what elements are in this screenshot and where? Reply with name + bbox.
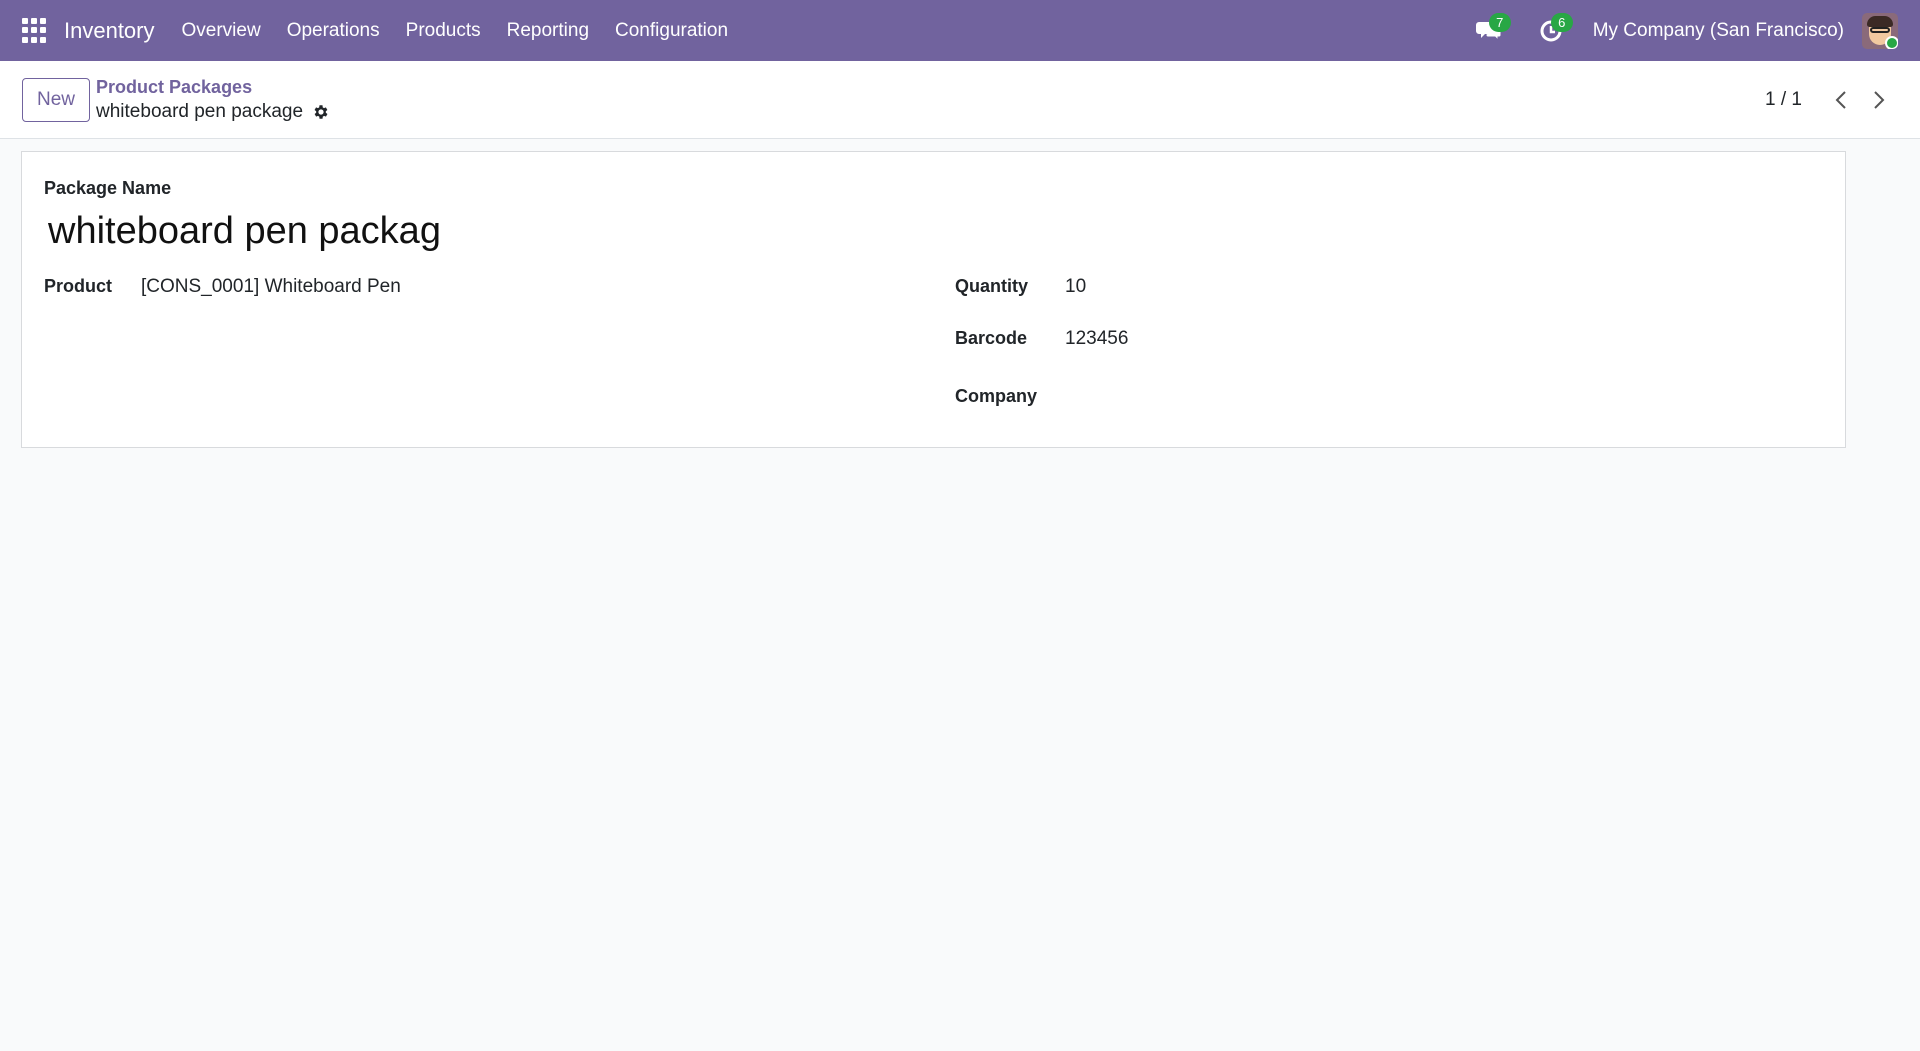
menu-overview[interactable]: Overview xyxy=(182,20,261,42)
form-sheet: Package Name Product [CONS_0001] Whitebo… xyxy=(21,151,1846,448)
barcode-label: Barcode xyxy=(955,328,1028,348)
company-input[interactable] xyxy=(1065,380,1365,402)
product-label: Product xyxy=(44,276,113,296)
menu-products[interactable]: Products xyxy=(406,20,481,42)
company-label: Company xyxy=(955,386,1038,406)
package-name-label: Package Name xyxy=(44,178,172,198)
chevron-left-icon xyxy=(1835,90,1846,109)
breadcrumb-current: whiteboard pen package xyxy=(96,100,304,122)
gear-icon[interactable] xyxy=(311,102,331,122)
messages-badge: 7 xyxy=(1488,12,1511,32)
new-button[interactable]: New xyxy=(22,77,91,122)
messages-button[interactable]: 7 xyxy=(1469,11,1511,51)
activities-badge: 6 xyxy=(1550,12,1573,32)
company-field: Company xyxy=(955,380,1365,407)
product-field: Product [CONS_0001] Whiteboard Pen xyxy=(44,276,401,298)
menu-reporting[interactable]: Reporting xyxy=(507,20,589,42)
activities-button[interactable]: 6 xyxy=(1531,11,1573,51)
online-status-indicator xyxy=(1885,35,1898,49)
pager-next-button[interactable] xyxy=(1860,81,1898,119)
quantity-input[interactable]: 10 xyxy=(1065,276,1086,298)
app-brand[interactable]: Inventory xyxy=(64,18,155,44)
systray: 7 6 My Company (San Francisco) xyxy=(1469,0,1920,61)
product-input[interactable]: [CONS_0001] Whiteboard Pen xyxy=(141,276,401,298)
barcode-input[interactable]: 123456 xyxy=(1065,328,1128,350)
pager-previous-button[interactable] xyxy=(1822,81,1860,119)
breadcrumb: Product Packages whiteboard pen package xyxy=(96,76,331,124)
quantity-field: Quantity 10 xyxy=(955,276,1086,298)
pager: 1 / 1 xyxy=(1765,81,1898,119)
top-navbar: Inventory Overview Operations Products R… xyxy=(0,0,1920,61)
menu-configuration[interactable]: Configuration xyxy=(615,20,728,42)
breadcrumb-product-packages[interactable]: Product Packages xyxy=(96,76,331,98)
barcode-field: Barcode 123456 xyxy=(955,328,1128,350)
user-avatar[interactable] xyxy=(1862,12,1898,49)
quantity-label: Quantity xyxy=(955,276,1029,296)
company-switcher[interactable]: My Company (San Francisco) xyxy=(1593,20,1844,42)
chevron-right-icon xyxy=(1874,90,1885,109)
control-panel: New Product Packages whiteboard pen pack… xyxy=(0,61,1920,139)
package-name-input[interactable] xyxy=(48,204,442,258)
pager-value[interactable]: 1 / 1 xyxy=(1765,89,1802,111)
menu-operations[interactable]: Operations xyxy=(287,20,380,42)
apps-menu-icon[interactable] xyxy=(22,17,48,44)
